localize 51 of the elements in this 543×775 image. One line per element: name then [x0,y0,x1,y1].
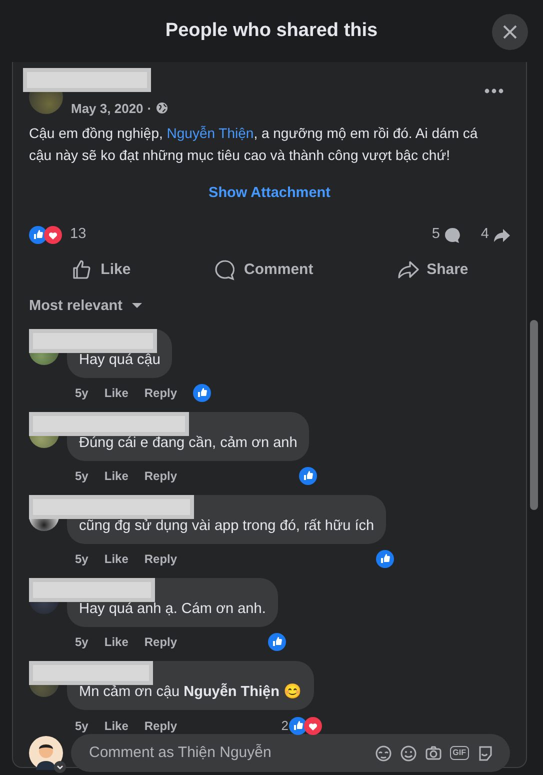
share-arrow-icon [396,259,419,282]
post-date[interactable]: May 3, 2020 [71,98,144,118]
close-button[interactable] [492,14,528,50]
close-icon [502,24,518,40]
comment-field[interactable]: Comment as Thiện Nguyễn GIF [71,734,510,772]
comment-time: 5y [75,551,88,568]
separator: · [147,100,152,118]
comment-time: 5y [75,718,88,735]
speech-bubble-icon [444,226,461,244]
gif-icon[interactable]: GIF [450,746,469,760]
scrollbar[interactable] [530,320,538,510]
sort-dropdown[interactable]: Most relevant [29,292,142,322]
comment-time: 5y [75,634,88,652]
like-link[interactable]: Like [104,384,128,402]
more-icon[interactable] [484,88,504,94]
caret-icon [132,303,142,310]
reply-link[interactable]: Reply [144,467,178,486]
reaction-count[interactable]: 2 [281,716,289,736]
comment-button[interactable]: Comment [204,255,324,286]
mention-link[interactable]: Nguyễn Thiện [166,125,254,141]
dialog-title: People who shared this [165,20,378,42]
comment-text: Mn cảm ơn cậu Nguyễn Thiện 😊 [79,684,302,700]
like-link[interactable]: Like [104,550,128,568]
globe-icon [156,102,168,114]
speech-bubble-icon [214,259,236,282]
camera-icon [424,744,442,762]
reply-link[interactable]: Reply [144,550,178,568]
share-button[interactable]: Share [386,255,478,286]
share-count[interactable]: 4 [480,224,489,246]
reply-link[interactable]: Reply [144,717,178,735]
share-arrow-icon [493,226,510,244]
like-link[interactable]: Like [104,633,128,652]
like-button[interactable]: Like [60,255,141,286]
like-link[interactable]: Like [104,717,128,735]
comment-time: 5y [75,385,88,402]
comment-count[interactable]: 5 [432,224,440,246]
reply-link[interactable]: Reply [144,384,178,402]
reaction-count[interactable]: 13 [70,224,86,246]
comment-text: cũng đg sử dụng vài app trong đó, rất hữu ích [79,518,374,534]
sticker-icon [477,744,494,762]
thumbs-up-icon [70,259,93,282]
comment-text: Đúng cái e đang cần, cảm ơn anh [79,435,298,452]
avatar-sticker-icon [374,744,392,762]
reply-link[interactable]: Reply [144,633,178,652]
comment-text: Hay quá anh ạ. Cám ơn anh. [79,601,266,618]
comment-time: 5y [75,468,88,486]
smiley-icon [400,744,417,762]
like-link[interactable]: Like [104,467,128,486]
post-text: Cậu em đồng nghiệp, Nguyễn Thiện, a ngưỡng mộ em rồi đó. Ai dám cá cậu này sẽ ko đạt những mục tiêu cao và thành công vượt bậc chứ! [29,124,479,165]
show-attachment-link[interactable]: Show Attachment [208,185,330,201]
comment-text: Hay quá cậu [79,352,160,368]
